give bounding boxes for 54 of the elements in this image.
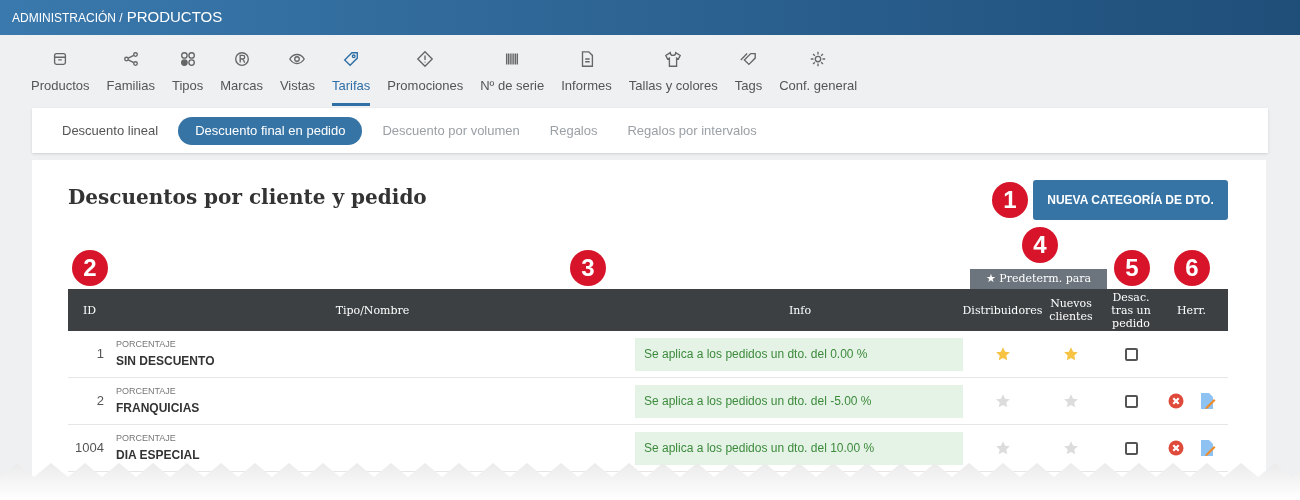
- nav-tab[interactable]: Familias: [106, 76, 155, 106]
- name-label: DIA ESPECIAL: [116, 446, 201, 464]
- subtab[interactable]: Descuento lineal: [52, 116, 169, 145]
- type-label: PORCENTAJE: [116, 385, 177, 399]
- column-header: Info: [788, 303, 812, 317]
- name-label: SIN DESCUENTO: [116, 352, 216, 370]
- column-header: Herr.: [1177, 303, 1206, 317]
- type-label: PORCENTAJE: [116, 432, 177, 446]
- column-header: Distribuidores: [962, 303, 1043, 317]
- id-cell-text: 2: [96, 392, 104, 411]
- column-group-header: ★ Predeterm. para: [970, 269, 1107, 289]
- column-header: ID: [83, 303, 97, 317]
- name-label: FRANQUICIAS: [116, 399, 201, 417]
- section-title: Descuentos por cliente y pedido: [68, 184, 427, 211]
- id-cell-text: 1004: [75, 439, 104, 458]
- info-cell: Se aplica a los pedidos un dto. del 0.00 %: [635, 337, 963, 371]
- nav-tab[interactable]: Tags: [734, 76, 763, 106]
- star-icon[interactable]: [994, 393, 1011, 409]
- star-icon[interactable]: [994, 440, 1011, 456]
- nav-tab[interactable]: Promociones: [387, 76, 464, 106]
- star-icon[interactable]: [1063, 440, 1079, 456]
- share-icon: [121, 50, 140, 68]
- info-cell: Se aplica a los pedidos un dto. del 10.00 %: [635, 431, 963, 465]
- warning-diamond-icon: [416, 50, 435, 68]
- circles-icon: [178, 50, 197, 68]
- star-icon[interactable]: [1063, 393, 1079, 409]
- subtab[interactable]: Descuento final en pedido: [178, 116, 363, 145]
- type-label: PORCENTAJE: [116, 338, 177, 352]
- id-cell-text: 1: [96, 345, 104, 364]
- column-header: Desac. tras un pedido: [1110, 290, 1152, 330]
- delete-icon[interactable]: [1167, 440, 1184, 456]
- nav-tab[interactable]: Productos: [31, 76, 90, 106]
- nav-tab[interactable]: Conf. general: [779, 76, 858, 106]
- column-header: Nuevos clientes: [1048, 297, 1094, 323]
- new-category-button[interactable]: NUEVA CATEGORÍA DE DTO.: [1033, 180, 1228, 220]
- breadcrumb-section[interactable]: ADMINISTRACIÓN /: [12, 8, 123, 27]
- shirt-icon: [664, 50, 683, 68]
- tag-icon: [342, 50, 361, 68]
- nav-tab[interactable]: Tarifas: [332, 76, 371, 106]
- nav-tab[interactable]: Tipos: [171, 76, 204, 106]
- tags-icon: [739, 50, 758, 68]
- page-heading: PRODUCTOS: [126, 7, 223, 28]
- nav-tab[interactable]: Marcas: [220, 76, 263, 106]
- nav-tab[interactable]: Informes: [561, 76, 612, 106]
- nav-tab[interactable]: Tallas y colores: [628, 76, 718, 106]
- star-icon[interactable]: [994, 346, 1011, 362]
- nav-tab[interactable]: Nº de serie: [480, 76, 545, 106]
- column-header: Tipo/Nombre: [335, 303, 410, 317]
- star-icon[interactable]: [1063, 346, 1079, 362]
- nav-tab[interactable]: Vistas: [279, 76, 316, 106]
- registered-mark-icon: [232, 50, 251, 68]
- delete-icon[interactable]: [1167, 393, 1184, 409]
- info-cell: Se aplica a los pedidos un dto. del -5.00 %: [635, 384, 963, 418]
- settings-icon: [809, 50, 828, 68]
